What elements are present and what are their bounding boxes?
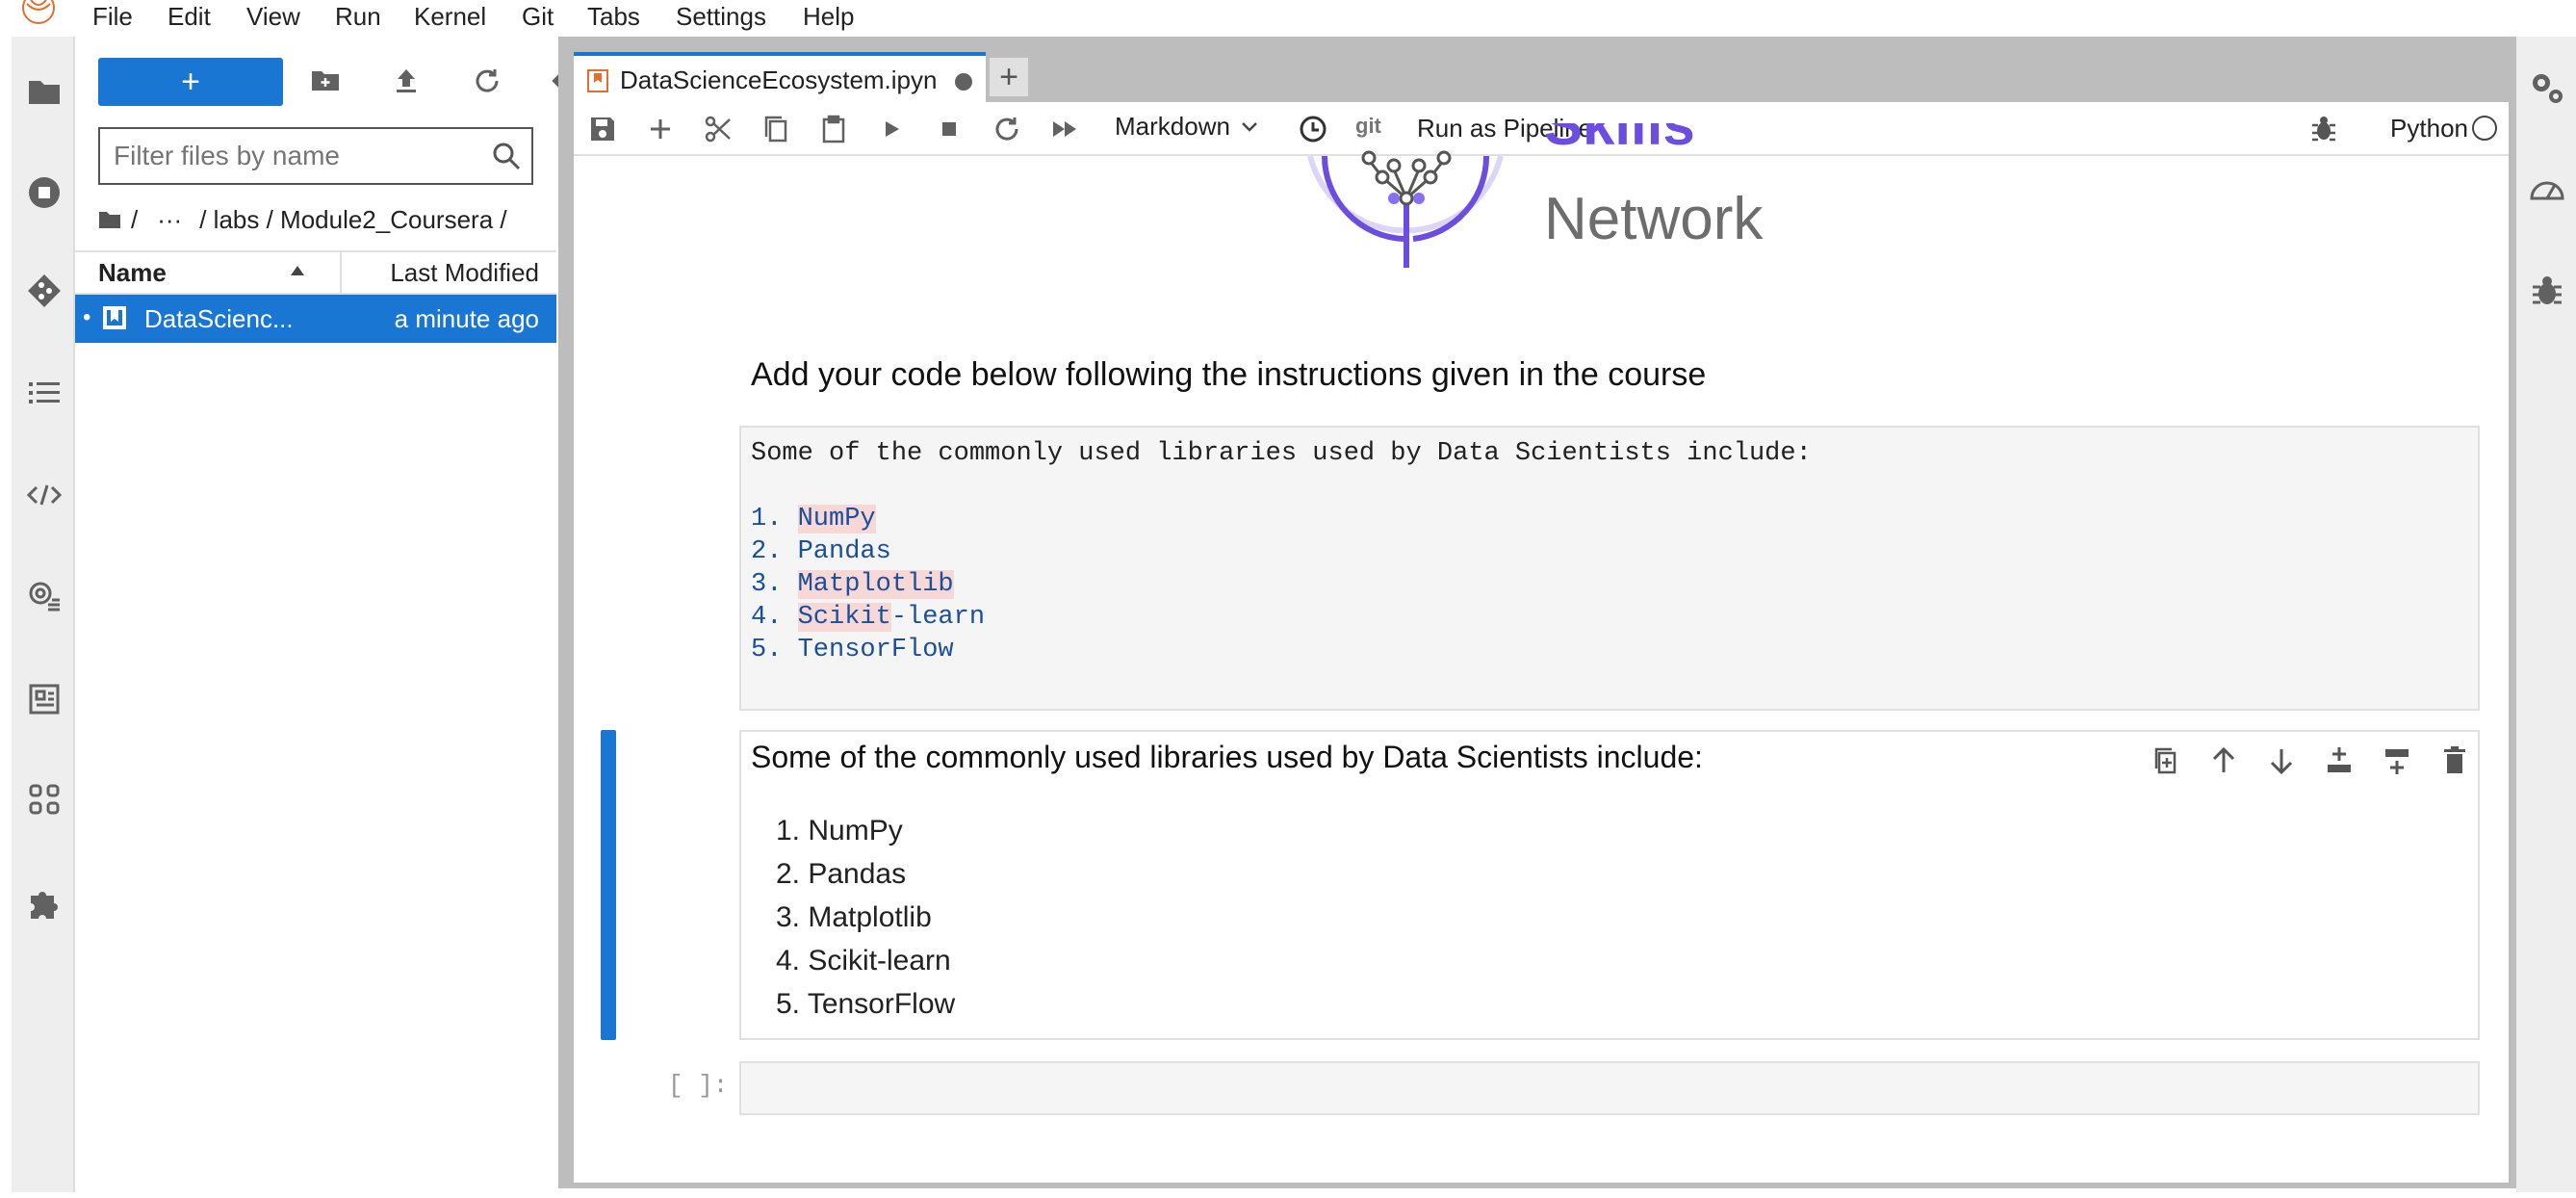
kernel-status-icon	[2472, 116, 2497, 141]
tab-title: DataScienceEcosystem.ipyn	[620, 65, 938, 94]
breadcrumb: / ··· / labs / Module2_Coursera /	[98, 200, 507, 239]
running-indicator: •	[83, 304, 91, 330]
breadcrumb-root[interactable]: /	[131, 205, 138, 235]
list-item: 3. Matplotlib	[776, 901, 932, 933]
file-filter-field[interactable]	[98, 127, 533, 185]
list-item: 2. Pandas	[776, 858, 907, 890]
name-column-header[interactable]: Name	[98, 258, 167, 288]
kernel-name[interactable]: Python	[2390, 114, 2468, 143]
move-up-icon[interactable]	[2206, 743, 2241, 778]
breadcrumb-ellipsis[interactable]: ···	[157, 205, 182, 235]
new-folder-icon[interactable]	[302, 58, 348, 104]
extension-nodes-icon[interactable]	[25, 780, 64, 819]
rendered-markdown-cell[interactable]: Some of the commonly used libraries used…	[739, 730, 2480, 1040]
cell-type-value: Markdown	[1115, 112, 1230, 141]
skills-network-logo-icon	[1305, 102, 1517, 295]
menu-run[interactable]: Run	[335, 2, 381, 32]
move-down-icon[interactable]	[2264, 743, 2299, 778]
folder-icon[interactable]	[25, 71, 64, 110]
notebook-tab-icon	[587, 69, 608, 92]
save-icon[interactable]	[587, 114, 618, 144]
instruction-text: Add your code below following the instru…	[751, 356, 1707, 393]
cell-type-dropdown[interactable]: Markdown	[1115, 112, 1259, 142]
duplicate-cell-icon[interactable]	[2149, 743, 2183, 778]
code-snippets-icon[interactable]	[25, 476, 64, 514]
property-inspector-icon[interactable]	[25, 578, 64, 616]
file-name: DataScienc...	[144, 304, 294, 333]
library-list: 1. NumPy 2. Pandas 3. Matplotlib 4. Scik…	[776, 815, 955, 1031]
menu-view[interactable]: View	[246, 2, 300, 32]
cell-heading: Some of the commonly used libraries used…	[751, 740, 1703, 774]
logo-text-skills: Skills	[1544, 123, 1695, 157]
markdown-cell-editor[interactable]: Some of the commonly used libraries used…	[739, 426, 2480, 711]
menu-tabs[interactable]: Tabs	[587, 2, 640, 32]
menu-edit[interactable]: Edit	[167, 2, 211, 32]
breadcrumb-path[interactable]: / labs / Module2_Coursera /	[199, 205, 506, 235]
property-settings-icon[interactable]	[2528, 69, 2566, 108]
home-folder-icon[interactable]	[98, 210, 121, 229]
cut-icon[interactable]	[703, 114, 734, 144]
execution-prompt: [ ]:	[668, 1071, 729, 1100]
resource-usage-gauge-icon[interactable]	[2528, 171, 2566, 210]
refresh-icon[interactable]	[464, 58, 510, 104]
unsaved-indicator-icon[interactable]	[955, 73, 972, 91]
raw-list-item: 5. TensorFlow	[751, 636, 954, 664]
delete-cell-icon[interactable]	[2437, 743, 2472, 778]
debugger-sidebar-icon[interactable]	[2528, 272, 2566, 310]
sort-ascending-icon[interactable]	[289, 264, 306, 277]
raw-list-item: 1. NumPy	[751, 505, 876, 534]
list-item: 5. TensorFlow	[776, 988, 956, 1020]
raw-list-item: 2. Pandas	[751, 537, 891, 566]
raw-list-item: 4. Scikit-learn	[751, 603, 986, 632]
chevron-down-icon	[1240, 120, 1259, 134]
raw-list-item: 3. Matplotlib	[751, 570, 954, 599]
last-modified-column-header[interactable]: Last Modified	[390, 258, 539, 288]
restart-icon[interactable]	[992, 114, 1022, 144]
fast-forward-icon[interactable]	[1049, 114, 1080, 144]
menu-help[interactable]: Help	[803, 2, 854, 32]
run-icon[interactable]	[876, 114, 907, 144]
active-cell-indicator[interactable]	[601, 730, 616, 1040]
filter-input[interactable]	[114, 137, 479, 175]
search-icon	[491, 141, 522, 171]
jupyter-logo-icon[interactable]	[19, 0, 58, 29]
menu-file[interactable]: File	[92, 2, 133, 32]
running-sessions-icon[interactable]	[25, 173, 64, 212]
upload-icon[interactable]	[383, 58, 429, 104]
insert-cell-icon[interactable]	[645, 114, 676, 144]
notebook-file-icon	[102, 305, 127, 330]
file-browser: + / ··· / labs / Module2_Coursera / Name…	[75, 37, 577, 1192]
menu-bar: File Edit View Run Kernel Git Tabs Setti…	[0, 0, 2576, 37]
table-of-contents-icon[interactable]	[25, 374, 64, 412]
file-modified: a minute ago	[394, 304, 539, 333]
right-sidebar	[2516, 37, 2576, 1192]
stop-icon[interactable]	[934, 114, 965, 144]
file-list-item[interactable]: • DataScienc... a minute ago	[75, 295, 556, 343]
paste-icon[interactable]	[818, 114, 849, 144]
column-divider[interactable]	[340, 252, 342, 295]
add-tab-button[interactable]: +	[988, 56, 1030, 98]
tab-notebook[interactable]: DataScienceEcosystem.ipyn	[574, 52, 986, 102]
menu-git[interactable]: Git	[522, 2, 554, 32]
logo-text-network: Network	[1544, 186, 1764, 252]
list-item: 4. Scikit-learn	[776, 945, 951, 977]
menu-kernel[interactable]: Kernel	[414, 2, 486, 32]
empty-code-cell[interactable]	[739, 1061, 2480, 1115]
notebook-toolbar: Markdown git Run as Pipeline Python	[574, 102, 2509, 156]
raw-intro: Some of the commonly used libraries used…	[751, 439, 1812, 468]
debugger-icon[interactable]	[2308, 114, 2339, 144]
list-item: 1. NumPy	[776, 815, 903, 846]
insert-below-icon[interactable]	[2380, 743, 2414, 778]
copy-icon[interactable]	[760, 114, 791, 144]
widgets-icon[interactable]	[25, 680, 64, 718]
insert-above-icon[interactable]	[2322, 743, 2357, 778]
extension-manager-icon[interactable]	[25, 882, 64, 921]
git-icon[interactable]	[25, 272, 64, 310]
new-launcher-button[interactable]: +	[98, 58, 283, 106]
left-activity-bar	[12, 37, 75, 1192]
file-list-header: Name Last Modified	[75, 250, 556, 295]
menu-settings[interactable]: Settings	[676, 2, 766, 32]
